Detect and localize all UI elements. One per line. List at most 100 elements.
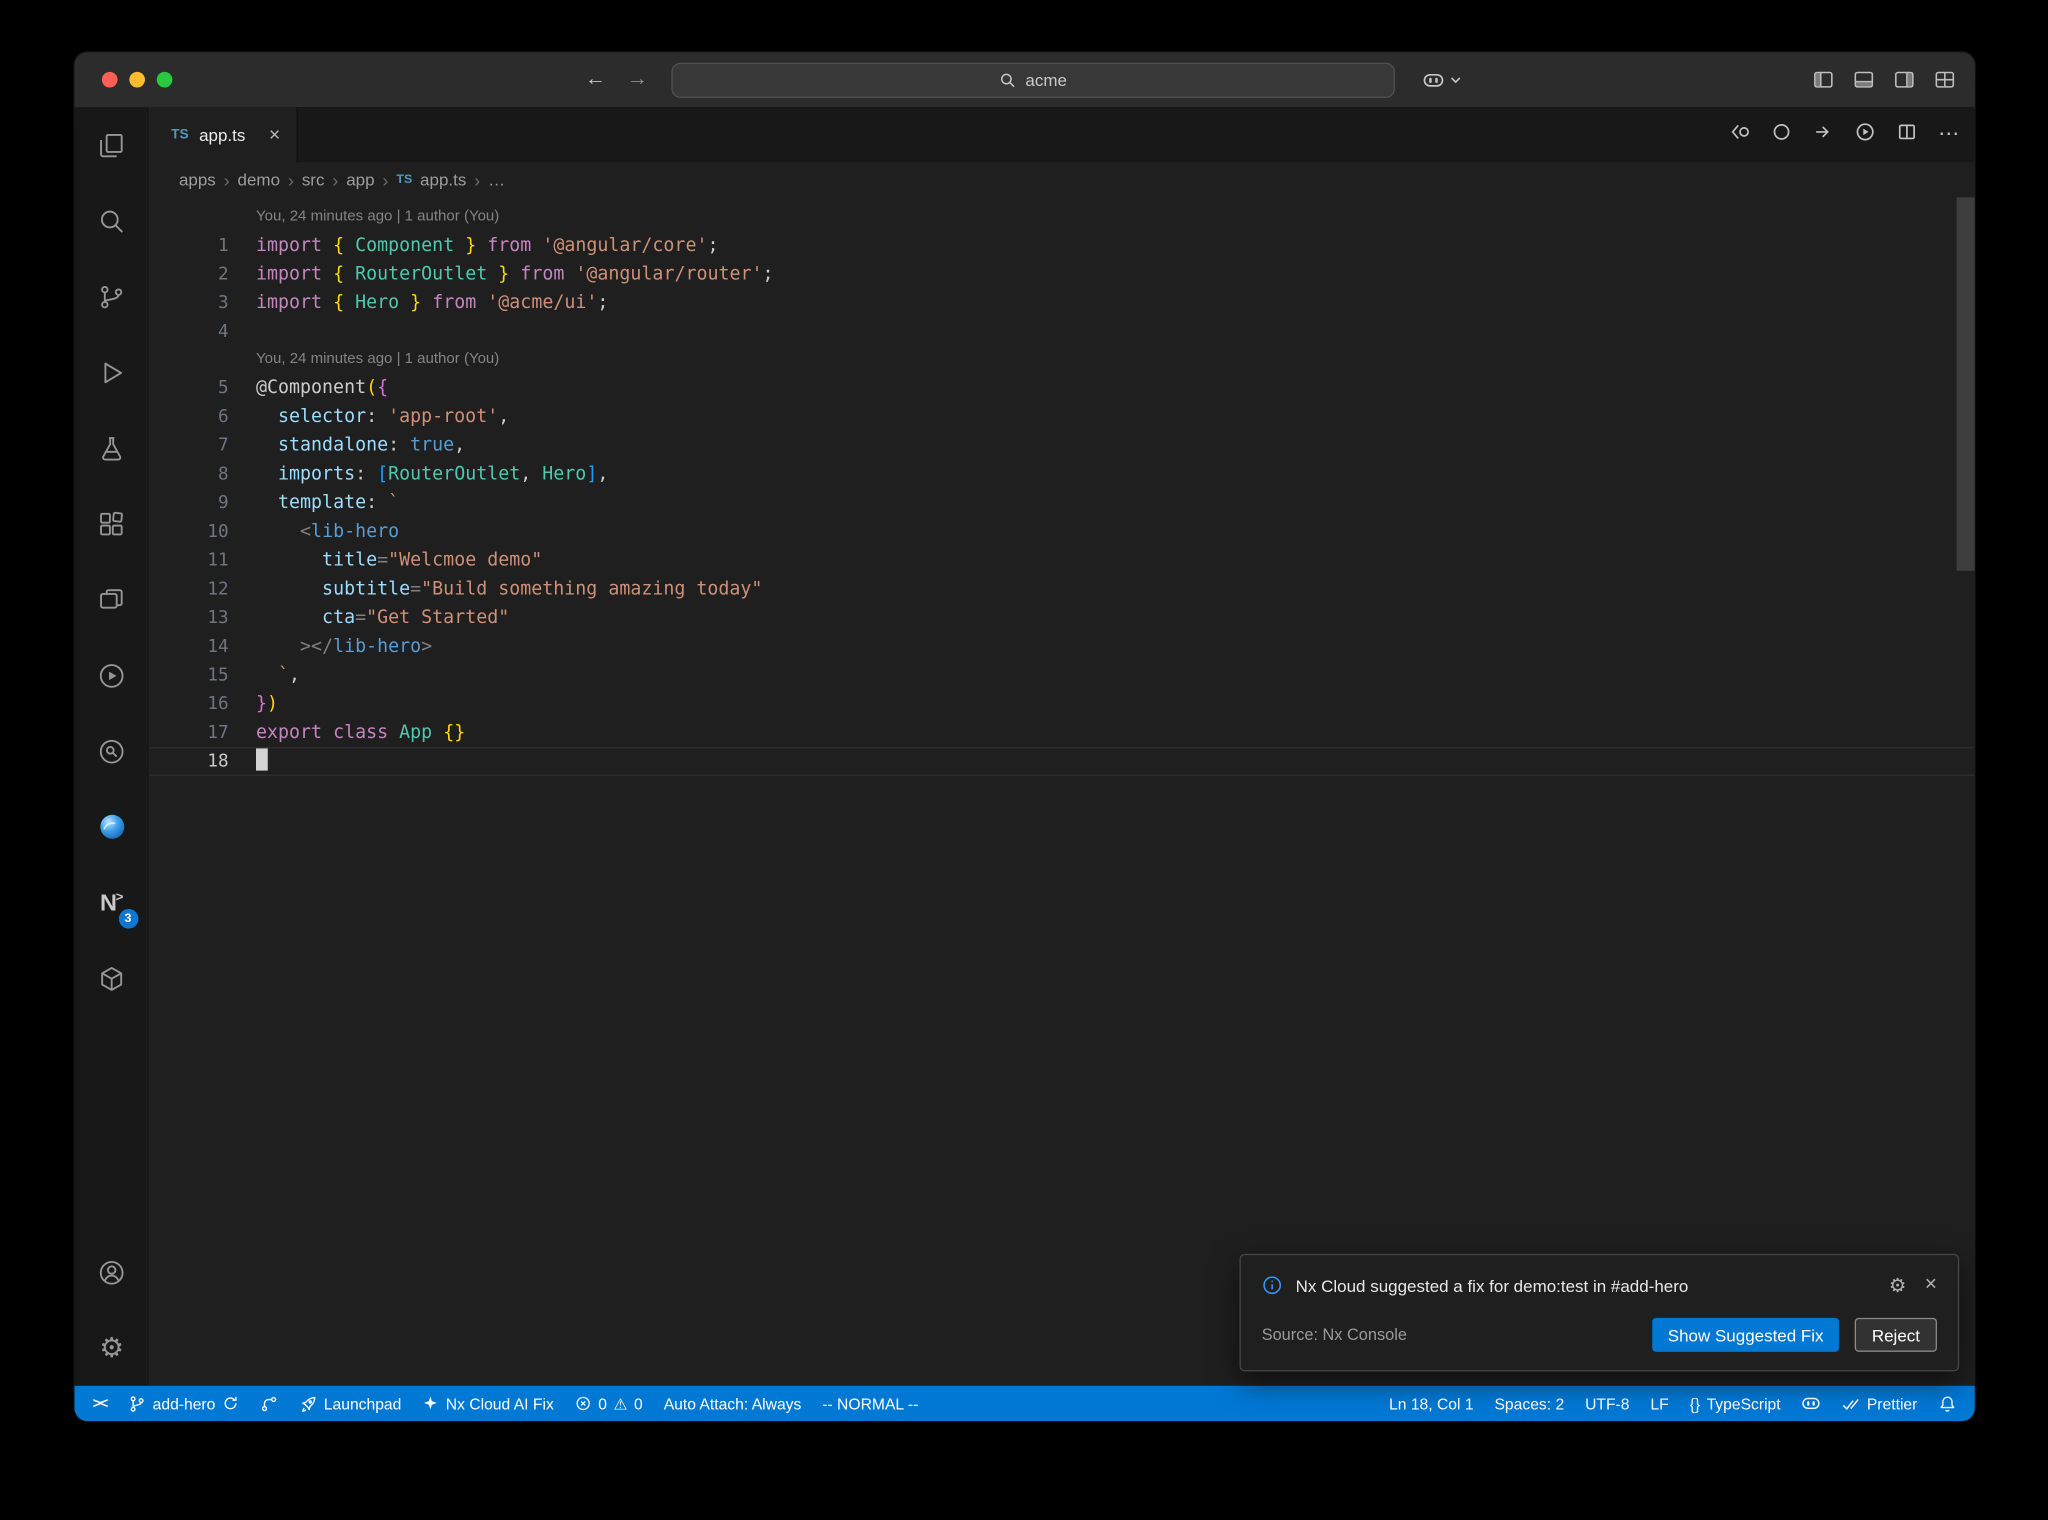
code-line-10[interactable]: 10 <lib-hero [150,517,1975,546]
split-editor-button[interactable] [1896,121,1917,148]
extensions-icon [100,511,123,535]
auto-attach-status[interactable]: Auto Attach: Always [653,1386,812,1421]
code-line-6[interactable]: 6 selector: 'app-root', [150,402,1975,431]
code-line-9[interactable]: 9 template: ` [150,488,1975,517]
line-number: 6 [217,406,229,428]
chevron-right-icon: › [287,169,294,191]
settings-button[interactable]: ⚙ [74,1310,149,1386]
activity-packages[interactable] [74,940,149,1016]
activity-edge-tools[interactable] [74,789,149,865]
notification-toast: Nx Cloud suggested a fix for demo:test i… [1239,1253,1960,1372]
code-line-1[interactable]: 1 import { Component } from '@angular/cor… [150,231,1975,260]
eol-button[interactable]: LF [1640,1386,1679,1421]
open-changes-button[interactable] [1729,121,1750,148]
activity-run-debug[interactable] [74,334,149,410]
status-bar-right: Ln 18, Col 1 Spaces: 2 UTF-8 LF {} TypeS… [1379,1386,1967,1421]
encoding-button[interactable]: UTF-8 [1575,1386,1640,1421]
minimize-window-button[interactable] [129,71,145,88]
customize-layout-button[interactable] [1934,69,1955,90]
breadcrumb-more[interactable]: … [488,170,505,190]
code-line-8[interactable]: 8 imports: [RouterOutlet, Hero], [150,460,1975,489]
chevron-right-icon: › [223,169,230,191]
toggle-outline-button[interactable] [1771,121,1792,148]
warning-icon: ⚠ [613,1394,628,1413]
line-number: 12 [207,578,229,600]
close-icon[interactable]: × [1925,1273,1937,1297]
code-line-18[interactable]: 18 [150,747,1975,776]
remote-indicator-button[interactable]: >< [82,1386,117,1421]
code-line-13[interactable]: 13 cta="Get Started" [150,603,1975,632]
code-line-16[interactable]: 16}) [150,690,1975,719]
activity-nx-console[interactable]: N> 3 [74,865,149,941]
scrollbar-thumb[interactable] [1956,197,1975,571]
line-number: 2 [217,263,229,285]
toggle-secondary-sidebar-button[interactable] [1894,69,1915,90]
command-center-search[interactable]: acme [671,62,1395,98]
notification-settings-icon[interactable]: ⚙ [1889,1273,1907,1297]
accounts-button[interactable] [74,1234,149,1310]
nx-cloud-ai-fix-button[interactable]: Nx Cloud AI Fix [412,1386,564,1421]
code-line-11[interactable]: 11 title="Welcmoe demo" [150,546,1975,575]
close-window-button[interactable] [101,71,118,88]
toggle-primary-sidebar-button[interactable] [1813,69,1834,90]
notifications-bell-button[interactable] [1928,1386,1967,1421]
error-icon [576,1396,590,1411]
code-editor[interactable]: You, 24 minutes ago | 1 author (You) 1 imp… [150,197,1975,1386]
activity-code-search[interactable] [74,713,149,789]
breadcrumb[interactable]: apps › demo › src › app › TS app.ts › … [150,162,1975,197]
code-line-2[interactable]: 2 import { RouterOutlet } from '@angular/… [150,260,1975,289]
editor-group: TS app.ts × ⋯ apps › demo › src › app › … [150,107,1975,1386]
toggle-panel-button[interactable] [1853,69,1874,90]
code-line-5[interactable]: 5 @Component({ [150,374,1975,403]
activity-task-runner[interactable] [74,637,149,713]
vim-mode-indicator[interactable]: -- NORMAL -- [812,1386,929,1421]
chevron-right-icon: › [474,169,481,191]
code-line-14[interactable]: 14 ></lib-hero> [150,632,1975,661]
line-number: 11 [207,549,229,571]
show-suggested-fix-button[interactable]: Show Suggested Fix [1652,1317,1840,1352]
copilot-icon [1802,1397,1821,1410]
arrow-run-icon [1816,125,1829,137]
activity-explorer[interactable] [74,107,149,183]
activity-source-control[interactable] [74,259,149,335]
cursor-position-button[interactable]: Ln 18, Col 1 [1379,1386,1484,1421]
run-below-button[interactable] [1813,121,1834,148]
history-forward-button[interactable]: → [620,52,654,107]
code-line-4[interactable]: 4 [150,317,1975,346]
activity-extensions[interactable] [74,486,149,562]
code-line-15[interactable]: 15 `, [150,661,1975,690]
zoom-window-button[interactable] [156,71,173,88]
indentation-button[interactable]: Spaces: 2 [1484,1386,1575,1421]
more-actions-icon[interactable]: ⋯ [1938,123,1959,145]
branch-status-button[interactable]: add-hero [117,1386,249,1421]
run-file-button[interactable] [1855,121,1876,148]
commit-graph-button[interactable] [249,1386,288,1421]
breadcrumb-item[interactable]: app [346,170,374,190]
line-number: 14 [207,636,229,657]
activity-browser-preview[interactable] [74,562,149,638]
prettier-status-button[interactable]: Prettier [1832,1386,1928,1421]
history-back-button[interactable]: ← [579,52,613,107]
breadcrumb-item[interactable]: demo [238,170,280,190]
problems-button[interactable]: 0 ⚠ 0 [564,1386,653,1421]
copilot-status-button[interactable] [1791,1386,1831,1421]
activity-search[interactable] [74,183,149,259]
launchpad-button[interactable]: Launchpad [289,1386,412,1421]
code-line-12[interactable]: 12 subtitle="Build something amazing tod… [150,575,1975,604]
line-number: 10 [207,521,229,543]
breadcrumb-item[interactable]: apps [179,170,216,190]
tab-app-ts[interactable]: TS app.ts × [150,107,298,162]
code-line-17[interactable]: 17 export class App {} [150,718,1975,747]
breadcrumb-file[interactable]: app.ts [420,170,466,190]
search-value: acme [1025,70,1067,91]
copilot-menu-button[interactable] [1422,52,1461,107]
notification-source: Source: Nx Console [1261,1325,1407,1344]
code-line-7[interactable]: 7 standalone: true, [150,431,1975,460]
activity-bar: N> 3 ⚙ [74,107,151,1386]
breadcrumb-item[interactable]: src [302,170,325,190]
code-line-3[interactable]: 3 import { Hero } from '@acme/ui'; [150,289,1975,318]
close-tab-icon[interactable]: × [269,123,280,145]
reject-button[interactable]: Reject [1854,1317,1937,1352]
activity-testing[interactable] [74,410,149,486]
language-mode-button[interactable]: {} TypeScript [1679,1386,1791,1421]
